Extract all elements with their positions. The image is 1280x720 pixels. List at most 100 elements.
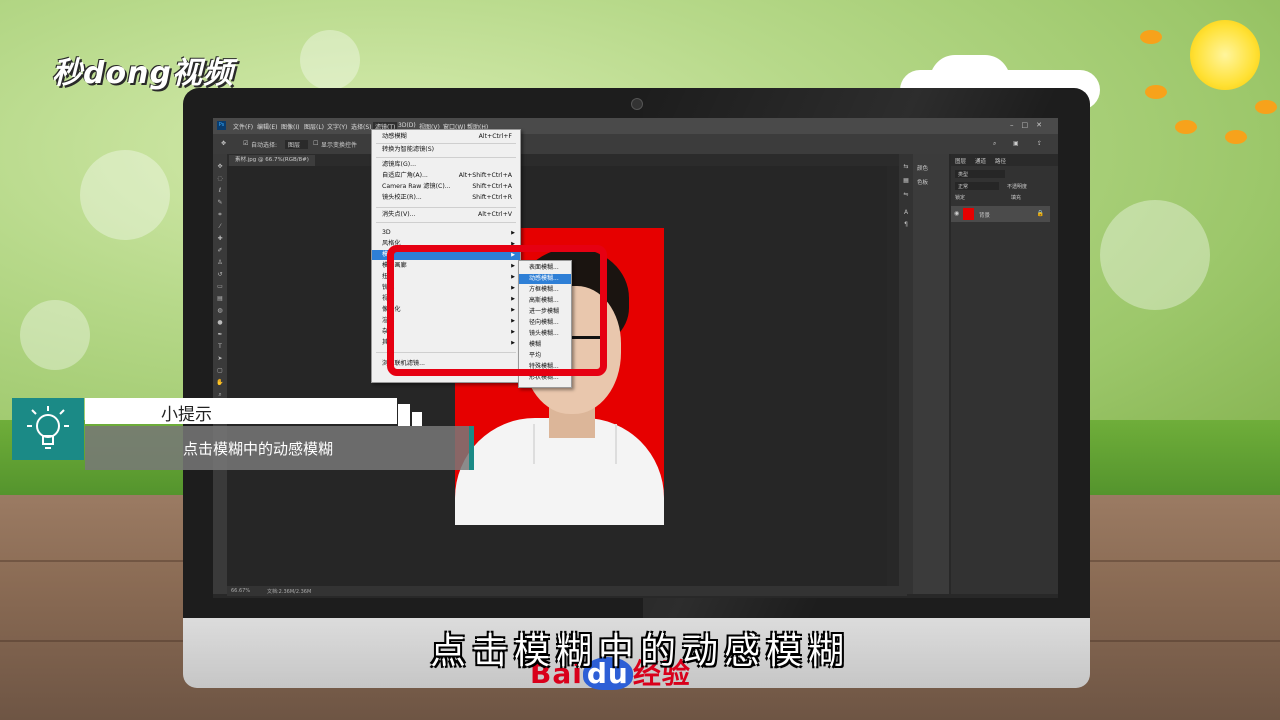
blur-tool-icon[interactable]: ◍ (216, 308, 224, 314)
menubar: Ps 文件(F) 编辑(E) 图像(I) 图层(L) 文字(Y) 选择(S) 滤… (213, 118, 1058, 134)
share-icon[interactable]: ⇪ (1037, 140, 1042, 147)
tip-body: 点击模糊中的动感模糊 (85, 426, 469, 470)
bokeh (1100, 200, 1210, 310)
status-bar: 66.67% 文档:2.36M/2.36M (227, 586, 907, 596)
menu-separator (376, 222, 516, 223)
crop-tool-icon[interactable]: ⌗ (216, 212, 224, 218)
layer-name: 背景 (979, 213, 991, 219)
character-icon[interactable]: A (902, 210, 910, 216)
healing-brush-icon[interactable]: ✚ (216, 236, 224, 242)
sun-ray (1175, 120, 1197, 134)
webcam-icon (631, 98, 643, 110)
menu-item-motion-blur-last[interactable]: 动感模糊 Alt+Ctrl+F (372, 132, 520, 142)
shape-tool-icon[interactable]: ▢ (216, 368, 224, 374)
menu-3d[interactable]: 3D(D) (398, 122, 416, 129)
pen-tool-icon[interactable]: ✒ (216, 332, 224, 338)
type-tool-icon[interactable]: T (216, 344, 224, 350)
marquee-tool-icon[interactable]: ◌ (216, 176, 224, 182)
color-swatches-panel: 颜色 色板 (913, 154, 949, 594)
auto-select-label: 自动选择: (251, 142, 278, 149)
lock-label: 锁定 (955, 195, 966, 201)
show-transform-checkbox[interactable]: ☐ (313, 140, 318, 147)
menu-edit[interactable]: 编辑(E) (257, 122, 277, 131)
bokeh (300, 30, 360, 90)
adjust-icon[interactable]: ▦ (902, 178, 910, 184)
stamp-tool-icon[interactable]: ♙ (216, 260, 224, 266)
menu-item-adaptive-wide-angle[interactable]: 自适应广角(A)... Alt+Shift+Ctrl+A (372, 171, 520, 181)
bokeh (20, 300, 90, 370)
menu-item-lens-correction[interactable]: 镜头校正(R)... Shift+Ctrl+R (372, 193, 520, 203)
eraser-tool-icon[interactable]: ▭ (216, 284, 224, 290)
menu-item-filter-gallery[interactable]: 滤镜库(G)... (372, 160, 520, 170)
history-brush-icon[interactable]: ↺ (216, 272, 224, 278)
panel-strip: ⇆ ▦ ⇋ A ¶ (899, 154, 913, 594)
bokeh (80, 150, 170, 240)
history-icon[interactable]: ⇆ (902, 164, 910, 170)
swatches-panel-label[interactable]: 色板 (917, 178, 928, 186)
menu-item-vanishing-point[interactable]: 消失点(V)... Alt+Ctrl+V (372, 210, 520, 220)
layers-panel: 图层 通道 路径 类型 正常 不透明度 锁定 填充 ◉ 背景 🔒 (951, 154, 1058, 594)
properties-icon[interactable]: ⇋ (902, 192, 910, 198)
layer-row-background[interactable]: ◉ 背景 🔒 (951, 206, 1050, 222)
monitor: Ps 文件(F) 编辑(E) 图像(I) 图层(L) 文字(Y) 选择(S) 滤… (183, 88, 1090, 688)
hand-tool-icon[interactable]: ✋ (216, 380, 224, 386)
menu-separator (376, 143, 516, 144)
sun-ray (1145, 85, 1167, 99)
color-panel-label[interactable]: 颜色 (917, 164, 928, 172)
tip-accent-bar (469, 426, 474, 470)
brand-logo: 秒dong视频 (52, 56, 234, 91)
fill-label: 填充 (1011, 195, 1022, 201)
show-transform-label: 显示变换控件 (321, 142, 358, 149)
eye-icon[interactable]: ◉ (954, 210, 959, 217)
blend-mode-dropdown[interactable]: 正常 (955, 182, 999, 190)
layer-kind-filter[interactable]: 类型 (955, 170, 1005, 178)
video-subtitle: 点击模糊中的动感模糊 (429, 631, 850, 672)
doc-size: 文档:2.36M/2.36M (267, 589, 312, 595)
dodge-tool-icon[interactable]: ● (216, 320, 224, 326)
tip-decoration (398, 404, 410, 426)
auto-select-checkbox[interactable]: ☑ (243, 140, 248, 147)
menu-separator (376, 207, 516, 208)
menu-item-smart-filter[interactable]: 转换为智能滤镜(S) (372, 145, 520, 155)
menu-type[interactable]: 文字(Y) (327, 122, 347, 131)
zoom-level: 66.67% (231, 588, 251, 594)
tip-heading: 小提示 (161, 405, 212, 425)
lasso-tool-icon[interactable]: ℓ (216, 188, 224, 194)
auto-select-dropdown[interactable]: 图层 (285, 140, 309, 149)
tip-header: 小提示 (85, 398, 397, 425)
menu-item-camera-raw[interactable]: Camera Raw 滤镜(C)... Shift+Ctrl+A (372, 182, 520, 192)
workspace-icon[interactable]: ▣ (1013, 140, 1019, 147)
brush-tool-icon[interactable]: ✐ (216, 248, 224, 254)
layer-thumbnail (963, 208, 974, 220)
tab-layers[interactable]: 图层 (955, 157, 966, 165)
tip-badge (12, 398, 84, 460)
tab-channels[interactable]: 通道 (975, 157, 986, 165)
menu-separator (376, 157, 516, 158)
options-bar: ✥ ☑ 自动选择: 图层 ☐ 显示变换控件 ⌕ ▣ ⇪ (213, 134, 1058, 154)
sun-ray (1140, 30, 1162, 44)
menu-file[interactable]: 文件(F) (233, 122, 253, 131)
menu-item-3d[interactable]: 3D ▶ (372, 228, 520, 238)
window-controls[interactable]: –□✕ (1010, 121, 1050, 129)
sun-ray (1225, 130, 1247, 144)
path-select-icon[interactable]: ➤ (216, 356, 224, 362)
tab-paths[interactable]: 路径 (995, 157, 1006, 165)
search-icon[interactable]: ⌕ (993, 140, 996, 148)
paragraph-icon[interactable]: ¶ (902, 222, 910, 228)
move-tool-icon[interactable]: ✥ (216, 164, 224, 170)
eyedropper-icon[interactable]: ⁄ (216, 224, 224, 230)
move-tool-icon[interactable]: ✥ (221, 140, 226, 147)
highlight-annotation-box (387, 245, 607, 376)
quick-select-icon[interactable]: ✎ (216, 200, 224, 206)
photoshop-app-icon: Ps (217, 121, 226, 130)
menu-layer[interactable]: 图层(L) (304, 122, 324, 131)
tools-panel: ✥ ◌ ℓ ✎ ⌗ ⁄ ✚ ✐ ♙ ↺ ▭ ▤ ◍ ● ✒ T ➤ ▢ ✋ ⌕ (213, 154, 227, 594)
layers-panel-tabs: 图层 通道 路径 (951, 154, 1058, 166)
lightbulb-icon (27, 406, 69, 449)
menu-image[interactable]: 图像(I) (281, 122, 299, 131)
lock-icon: 🔒 (1036, 210, 1044, 217)
tip-text: 点击模糊中的动感模糊 (183, 440, 334, 458)
document-tab[interactable]: 素材.jpg @ 66.7%(RGB/8#) (229, 155, 315, 166)
menu-select[interactable]: 选择(S) (351, 122, 372, 131)
gradient-tool-icon[interactable]: ▤ (216, 296, 224, 302)
